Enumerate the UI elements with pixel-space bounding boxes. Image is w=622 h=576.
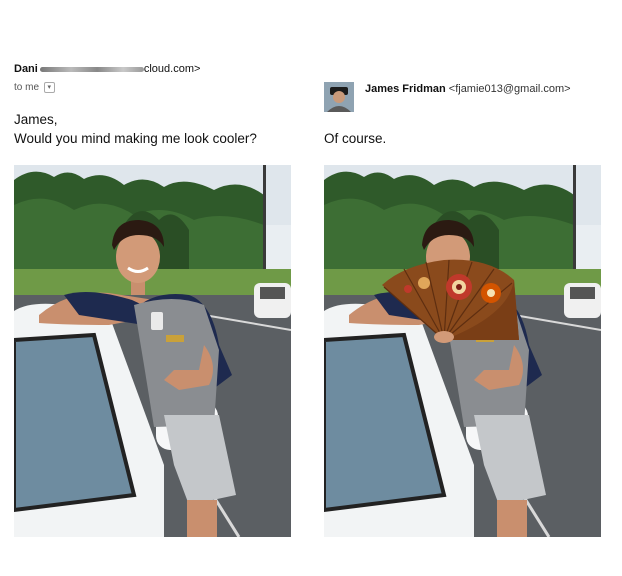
to-label: to me <box>14 82 40 94</box>
original-photo-image <box>14 165 291 537</box>
request-message: Would you mind making me look cooler? <box>14 131 257 146</box>
edited-photo <box>324 165 601 537</box>
request-sender-line: Dani cloud.com> <box>14 63 200 75</box>
reply-email: James Fridman <fjamie013@gmail.com> Of c… <box>311 0 622 576</box>
edited-photo-image <box>324 165 601 537</box>
avatar[interactable] <box>324 82 354 112</box>
reply-sender-name[interactable]: James Fridman <box>365 83 446 95</box>
original-photo <box>14 165 291 537</box>
reply-sender-email: <fjamie013@gmail.com> <box>448 83 571 95</box>
redacted-email-smudge <box>39 66 144 72</box>
recipient-line: to me ▾ <box>14 82 55 93</box>
request-sender-name[interactable]: Dani <box>14 63 38 75</box>
chevron-down-icon[interactable]: ▾ <box>43 82 55 93</box>
request-greeting: James, <box>14 112 58 127</box>
avatar-photo-icon <box>324 82 354 112</box>
reply-message: Of course. <box>324 131 387 146</box>
reply-sender-line: James Fridman <fjamie013@gmail.com> <box>365 83 571 95</box>
request-email: Dani cloud.com> to me ▾ James, Would you … <box>0 0 311 576</box>
request-sender-email: cloud.com> <box>143 63 201 75</box>
